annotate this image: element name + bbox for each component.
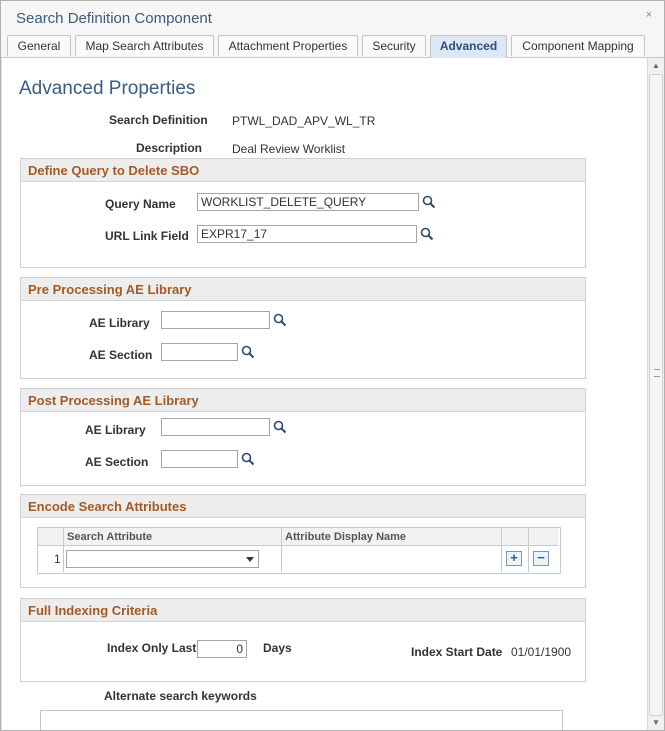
window-title: Search Definition Component xyxy=(16,10,212,27)
delete-row-button[interactable]: − xyxy=(533,551,549,566)
pre-ae-section-lookup-icon[interactable] xyxy=(241,345,255,359)
attribute-display-name-header: Attribute Display Name xyxy=(282,528,502,546)
tab-map-search-attributes[interactable]: Map Search Attributes xyxy=(75,35,214,56)
attribute-display-name-cell xyxy=(282,546,502,572)
tab-component-mapping[interactable]: Component Mapping xyxy=(511,35,645,56)
vertical-scrollbar[interactable]: ▲ ▼ xyxy=(647,58,664,730)
pre-ae-library-lookup-icon[interactable] xyxy=(273,313,287,327)
advanced-page: Advanced Properties Search Definition PT… xyxy=(1,58,647,730)
add-row-button[interactable]: + xyxy=(506,551,522,566)
row-number: 1 xyxy=(54,552,61,566)
post-ae-section-input[interactable] xyxy=(161,450,238,468)
search-attribute-header: Search Attribute xyxy=(64,528,282,546)
pre-ae-section-input[interactable] xyxy=(161,343,238,361)
table-row: 1 xyxy=(38,546,64,572)
pre-processing-group: Pre Processing AE Library AE Library AE … xyxy=(20,277,586,379)
post-ae-library-input[interactable] xyxy=(161,418,270,436)
query-name-lookup-icon[interactable] xyxy=(422,195,436,209)
url-link-field-lookup-icon[interactable] xyxy=(420,227,434,241)
description-label: Description xyxy=(136,141,203,155)
tab-bar: General Map Search Attributes Attachment… xyxy=(1,33,664,58)
index-start-date-label: Index Start Date xyxy=(411,645,503,659)
scroll-up-icon[interactable]: ▲ xyxy=(651,60,661,72)
search-definition-label: Search Definition xyxy=(109,113,208,127)
index-only-last-label: Index Only Last xyxy=(107,641,197,655)
minus-icon: − xyxy=(537,550,545,565)
post-ae-section-label: AE Section xyxy=(85,455,149,469)
post-ae-library-label: AE Library xyxy=(85,423,146,437)
row-number-header xyxy=(38,528,64,546)
full-indexing-title: Full Indexing Criteria xyxy=(28,603,158,618)
pre-ae-library-label: AE Library xyxy=(89,316,150,330)
index-only-last-input[interactable] xyxy=(197,640,247,658)
delete-column-header xyxy=(529,528,558,546)
search-attribute-select[interactable] xyxy=(66,550,259,568)
plus-icon: + xyxy=(510,550,518,565)
days-label: Days xyxy=(263,641,292,655)
delete-sbo-group: Define Query to Delete SBO Query Name UR… xyxy=(20,158,586,268)
pre-ae-library-input[interactable] xyxy=(161,311,270,329)
query-name-input[interactable] xyxy=(197,193,419,211)
pre-processing-title: Pre Processing AE Library xyxy=(28,282,192,297)
index-start-date-value: 01/01/1900 xyxy=(511,645,572,659)
add-column-header xyxy=(502,528,529,546)
scroll-down-icon[interactable]: ▼ xyxy=(651,717,661,729)
tab-security[interactable]: Security xyxy=(362,35,426,56)
post-processing-group: Post Processing AE Library AE Library AE… xyxy=(20,388,586,486)
page-title: Advanced Properties xyxy=(19,78,196,99)
description-value: Deal Review Worklist xyxy=(232,142,346,156)
url-link-field-label: URL Link Field xyxy=(105,229,189,243)
post-processing-title: Post Processing AE Library xyxy=(28,393,199,408)
scrollbar-grip-icon xyxy=(654,369,660,377)
encode-title: Encode Search Attributes xyxy=(28,499,187,514)
query-name-label: Query Name xyxy=(105,197,176,211)
tab-advanced[interactable]: Advanced xyxy=(430,35,507,58)
post-ae-section-lookup-icon[interactable] xyxy=(241,452,255,466)
chevron-down-icon xyxy=(246,557,254,562)
post-ae-library-lookup-icon[interactable] xyxy=(273,420,287,434)
delete-sbo-title: Define Query to Delete SBO xyxy=(28,163,200,178)
tab-general[interactable]: General xyxy=(7,35,71,56)
alternate-search-keywords-textarea[interactable] xyxy=(40,710,563,730)
encode-grid: Search Attribute Attribute Display Name … xyxy=(37,527,561,574)
pre-ae-section-label: AE Section xyxy=(89,348,153,362)
close-icon[interactable]: × xyxy=(643,9,655,21)
search-definition-window: Search Definition Component × General Ma… xyxy=(0,0,665,731)
search-definition-value: PTWL_DAD_APV_WL_TR xyxy=(232,114,376,128)
add-row-cell: + xyxy=(502,546,529,572)
scrollbar-thumb[interactable] xyxy=(649,74,663,716)
full-indexing-group: Full Indexing Criteria Index Only Last D… xyxy=(20,598,586,682)
title-bar: Search Definition Component × xyxy=(1,1,664,33)
tab-attachment-properties[interactable]: Attachment Properties xyxy=(218,35,358,56)
alternate-search-keywords-label: Alternate search keywords xyxy=(104,689,257,703)
url-link-field-input[interactable] xyxy=(197,225,417,243)
delete-row-cell: − xyxy=(529,546,558,572)
encode-search-attributes-group: Encode Search Attributes Search Attribut… xyxy=(20,494,586,588)
search-attribute-cell xyxy=(64,546,282,572)
